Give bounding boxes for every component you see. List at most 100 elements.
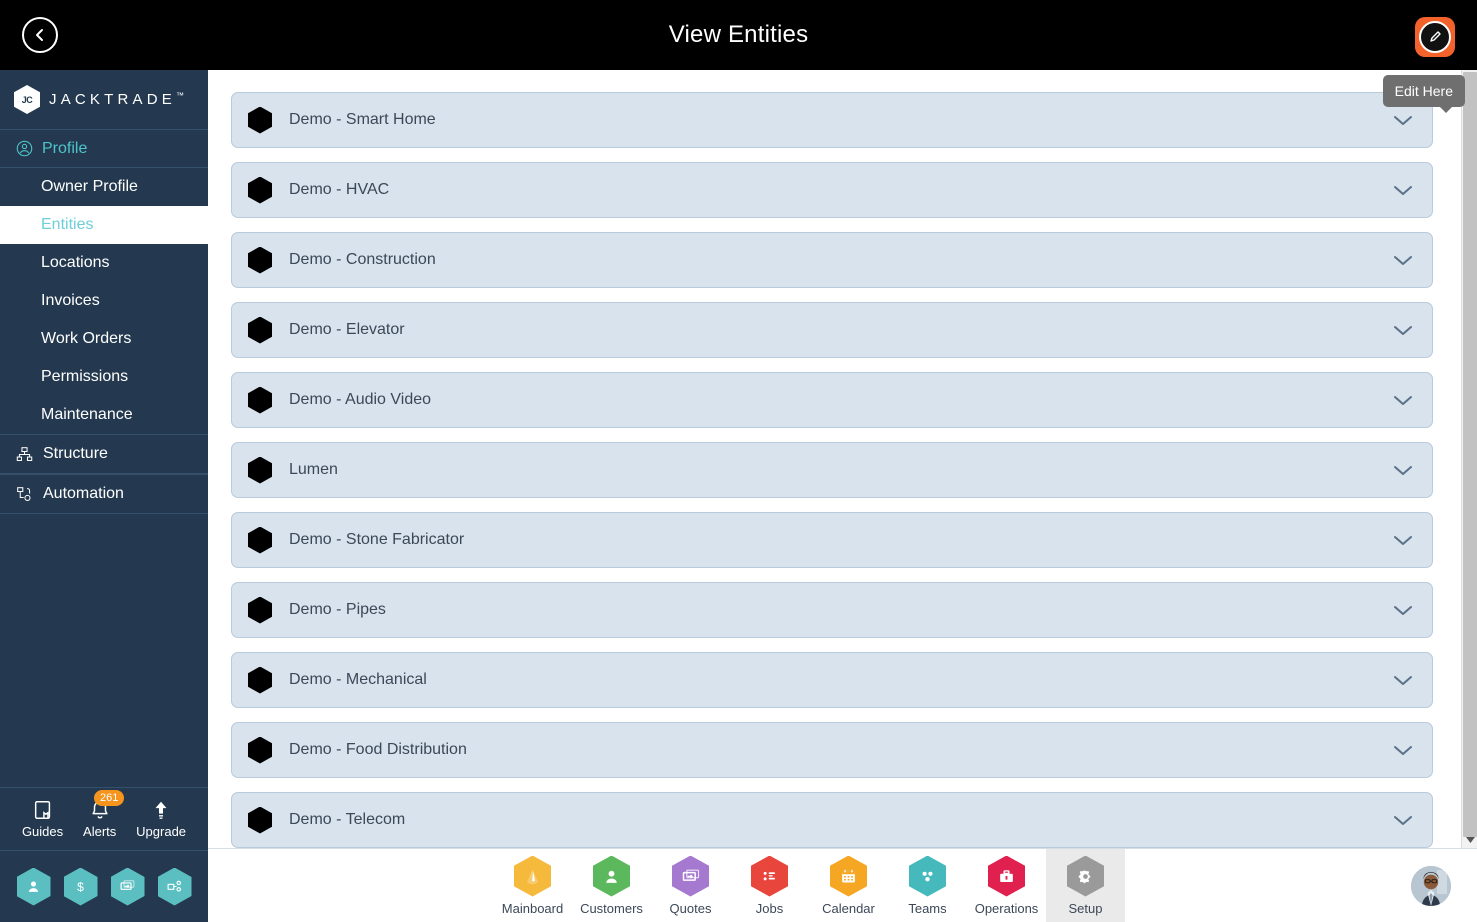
bottom-nav-label: Mainboard <box>501 900 564 916</box>
workflow-icon <box>17 486 31 501</box>
sidebar-item-permissions[interactable]: Permissions <box>0 358 208 396</box>
edit-here-tooltip: Edit Here <box>1382 75 1465 113</box>
hexagon-icon <box>248 526 272 554</box>
bottom-nav-setup[interactable]: Setup <box>1046 848 1125 922</box>
money-exchange-icon <box>120 880 135 890</box>
chevron-down-icon[interactable] <box>1392 463 1414 477</box>
scroll-down-arrow[interactable] <box>1462 833 1477 847</box>
user-circle-icon <box>16 140 33 157</box>
bottom-nav-label: Customers <box>580 900 643 916</box>
sidebar-group-profile[interactable]: Profile <box>0 130 208 168</box>
bottom-nav-jobs[interactable]: Jobs <box>730 849 809 922</box>
entity-label: Demo - Elevator <box>289 321 405 338</box>
hex-shortcut-person[interactable] <box>16 867 51 906</box>
entity-row[interactable]: Lumen <box>231 442 1433 498</box>
alerts-badge: 261 <box>94 790 125 806</box>
sidebar-item-label: Automation <box>43 485 124 502</box>
up-arrow-icon <box>155 801 167 819</box>
vertical-scrollbar[interactable] <box>1461 70 1477 848</box>
sidebar-item-label: Owner Profile <box>41 178 138 195</box>
page-title: View Entities <box>668 21 809 48</box>
quick-guides[interactable]: Guides <box>22 799 63 839</box>
entity-row[interactable]: Demo - HVAC <box>231 162 1433 218</box>
sidebar-item-owner-profile[interactable]: Owner Profile <box>0 168 208 206</box>
sidebar-hex-shortcuts: $ <box>0 850 208 922</box>
entity-row[interactable]: Demo - Construction <box>231 232 1433 288</box>
quick-alerts[interactable]: 261 Alerts <box>83 790 125 839</box>
chevron-down-icon[interactable] <box>1392 533 1414 547</box>
user-avatar[interactable] <box>1411 866 1451 906</box>
quote-icon <box>672 855 709 897</box>
top-header-bar: View Entities <box>0 0 1477 70</box>
entity-label: Demo - Stone Fabricator <box>289 531 465 548</box>
chevron-down-icon[interactable] <box>1392 813 1414 827</box>
edit-button[interactable] <box>1415 17 1455 57</box>
svg-text:$: $ <box>77 880 84 894</box>
sidebar-item-label: Structure <box>43 445 108 462</box>
entity-label: Demo - HVAC <box>289 181 390 198</box>
hexagon-icon <box>248 736 272 764</box>
caret-down-icon <box>1465 837 1475 843</box>
sitemap-icon <box>16 446 33 461</box>
bottom-nav-label: Calendar <box>822 900 875 916</box>
brand-name-text: JACKTRADE <box>49 91 176 108</box>
quick-label: Guides <box>21 824 64 839</box>
entity-label: Demo - Smart Home <box>289 111 436 128</box>
bottom-nav-operations[interactable]: Operations <box>967 849 1046 922</box>
sidebar: JC JACKTRADE™ Profile Owner Profile Enti… <box>0 70 208 922</box>
sidebar-item-label: Permissions <box>41 368 129 385</box>
chevron-down-icon[interactable] <box>1392 113 1414 127</box>
hexagon-icon <box>248 666 272 694</box>
chevron-down-icon[interactable] <box>1392 743 1414 757</box>
person-icon <box>593 855 630 897</box>
sidebar-item-invoices[interactable]: Invoices <box>0 282 208 320</box>
sidebar-item-structure[interactable]: Structure <box>0 434 208 474</box>
bottom-nav-mainboard[interactable]: Mainboard <box>493 849 572 922</box>
brand-name: JACKTRADE™ <box>49 91 184 108</box>
hexagon-icon <box>248 316 272 344</box>
chevron-down-icon[interactable] <box>1392 323 1414 337</box>
hex-shortcut-nodes[interactable] <box>157 867 192 906</box>
quick-label: Upgrade <box>136 824 187 839</box>
hex-shortcut-money-exchange[interactable] <box>110 867 145 906</box>
list-icon <box>751 855 788 897</box>
quick-upgrade[interactable]: Upgrade <box>136 799 186 839</box>
brand-logo[interactable]: JC JACKTRADE™ <box>0 70 208 130</box>
entity-row[interactable]: Demo - Elevator <box>231 302 1433 358</box>
bottom-nav-label: Operations <box>974 900 1039 916</box>
hexagon-icon <box>248 596 272 624</box>
sidebar-item-label: Invoices <box>41 292 100 309</box>
entity-row[interactable]: Demo - Smart Home <box>231 92 1433 148</box>
chevron-down-icon[interactable] <box>1392 253 1414 267</box>
hex-shortcut-dollar[interactable]: $ <box>63 867 98 906</box>
entity-row[interactable]: Demo - Food Distribution <box>231 722 1433 778</box>
sidebar-item-locations[interactable]: Locations <box>0 244 208 282</box>
entity-row[interactable]: Demo - Pipes <box>231 582 1433 638</box>
pencil-icon <box>1430 31 1441 42</box>
sidebar-item-entities[interactable]: Entities <box>0 206 208 244</box>
bottom-nav-teams[interactable]: Teams <box>888 849 967 922</box>
sidebar-item-automation[interactable]: Automation <box>0 474 208 514</box>
entity-row[interactable]: Demo - Audio Video <box>231 372 1433 428</box>
entity-row[interactable]: Demo - Mechanical <box>231 652 1433 708</box>
chevron-down-icon[interactable] <box>1392 603 1414 617</box>
sidebar-item-label: Entities <box>41 216 94 233</box>
entity-row[interactable]: Demo - Telecom <box>231 792 1433 848</box>
bottom-nav-quotes[interactable]: Quotes <box>651 849 730 922</box>
edit-button-inner <box>1419 21 1451 53</box>
chevron-down-icon[interactable] <box>1392 183 1414 197</box>
entity-label: Demo - Construction <box>289 251 436 268</box>
chevron-down-icon[interactable] <box>1392 393 1414 407</box>
gear-icon <box>1067 855 1104 897</box>
scrollbar-thumb[interactable] <box>1463 72 1477 837</box>
entity-row[interactable]: Demo - Stone Fabricator <box>231 512 1433 568</box>
sidebar-item-work-orders[interactable]: Work Orders <box>0 320 208 358</box>
hexagon-icon <box>248 106 272 134</box>
sidebar-item-maintenance[interactable]: Maintenance <box>0 396 208 434</box>
person-icon <box>28 881 39 892</box>
bottom-nav-customers[interactable]: Customers <box>572 849 651 922</box>
nodes-icon <box>167 880 182 892</box>
bottom-nav-calendar[interactable]: Calendar <box>809 849 888 922</box>
dashboard-icon <box>514 855 551 897</box>
chevron-down-icon[interactable] <box>1392 673 1414 687</box>
